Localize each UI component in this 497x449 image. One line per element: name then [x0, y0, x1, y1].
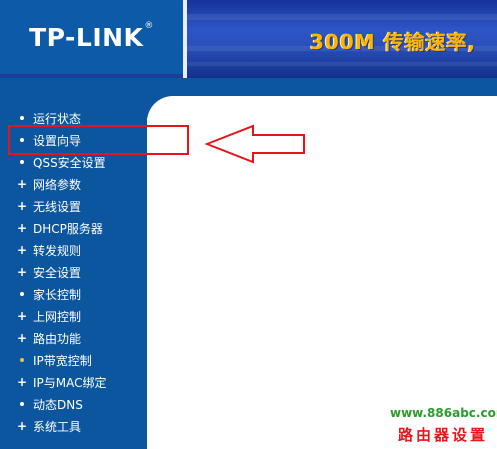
menu-item-security[interactable]: + 安全设置: [0, 262, 147, 282]
menu-item-label: 路由功能: [33, 331, 82, 346]
menu-item-access-control[interactable]: + 上网控制: [0, 306, 147, 326]
watermark-text: 路由器设置: [398, 426, 489, 444]
menu-item-qss[interactable]: QSS安全设置: [0, 152, 147, 172]
bullet-icon: [13, 116, 31, 120]
menu-item-label: IP带宽控制: [33, 353, 92, 368]
logo-text: TP-LINK: [29, 22, 144, 52]
menu-item-label: 运行状态: [33, 111, 82, 126]
menu-item-label: 系统工具: [33, 419, 82, 434]
menu-item-label: 安全设置: [33, 265, 82, 280]
menu-item-routing[interactable]: + 路由功能: [0, 328, 147, 348]
bullet-icon: [13, 402, 31, 406]
arrow-annotation: [205, 124, 305, 164]
expand-plus-icon: +: [16, 309, 28, 323]
menu-item-dhcp[interactable]: + DHCP服务器: [0, 218, 147, 238]
bullet-icon: [13, 160, 31, 164]
highlight-box: [8, 125, 189, 155]
expand-plus-icon: +: [16, 265, 28, 279]
expand-plus-icon: +: [16, 199, 28, 213]
menu-item-label: 动态DNS: [33, 397, 83, 412]
menu-item-label: 上网控制: [33, 309, 82, 324]
bullet-icon: [13, 292, 31, 296]
expand-plus-icon: +: [16, 243, 28, 257]
menu-item-label: 无线设置: [33, 199, 82, 214]
expand-plus-icon: +: [16, 221, 28, 235]
header: TP-LINK® 300M 传输速率,: [0, 0, 497, 78]
menu-item-label: 家长控制: [33, 287, 82, 302]
main-content: [147, 96, 497, 449]
watermark-url: www.886abc.com: [390, 406, 497, 420]
menu-item-label: QSS安全设置: [33, 155, 106, 170]
bullet-icon: [13, 358, 31, 362]
menu-item-forwarding[interactable]: + 转发规则: [0, 240, 147, 260]
menu-item-parental[interactable]: 家长控制: [0, 284, 147, 304]
menu-item-ddns[interactable]: 动态DNS: [0, 394, 147, 414]
menu-item-label: 转发规则: [33, 243, 82, 258]
expand-plus-icon: +: [16, 331, 28, 345]
expand-plus-icon: +: [16, 419, 28, 433]
banner-text: 300M 传输速率,: [310, 30, 477, 54]
menu-item-label: DHCP服务器: [33, 221, 103, 236]
menu-item-ip-mac[interactable]: + IP与MAC绑定: [0, 372, 147, 392]
expand-plus-icon: +: [16, 375, 28, 389]
menu-item-label: 网络参数: [33, 177, 82, 192]
logo: TP-LINK®: [0, 0, 183, 74]
menu-item-network[interactable]: + 网络参数: [0, 174, 147, 194]
registered-mark: ®: [144, 20, 154, 31]
banner: 300M 传输速率,: [187, 0, 497, 78]
menu-item-label: IP与MAC绑定: [33, 375, 107, 390]
expand-plus-icon: +: [16, 177, 28, 191]
menu-item-system-tools[interactable]: + 系统工具: [0, 416, 147, 436]
menu-item-wireless[interactable]: + 无线设置: [0, 196, 147, 216]
menu-item-ip-bandwidth[interactable]: IP带宽控制: [0, 350, 147, 370]
